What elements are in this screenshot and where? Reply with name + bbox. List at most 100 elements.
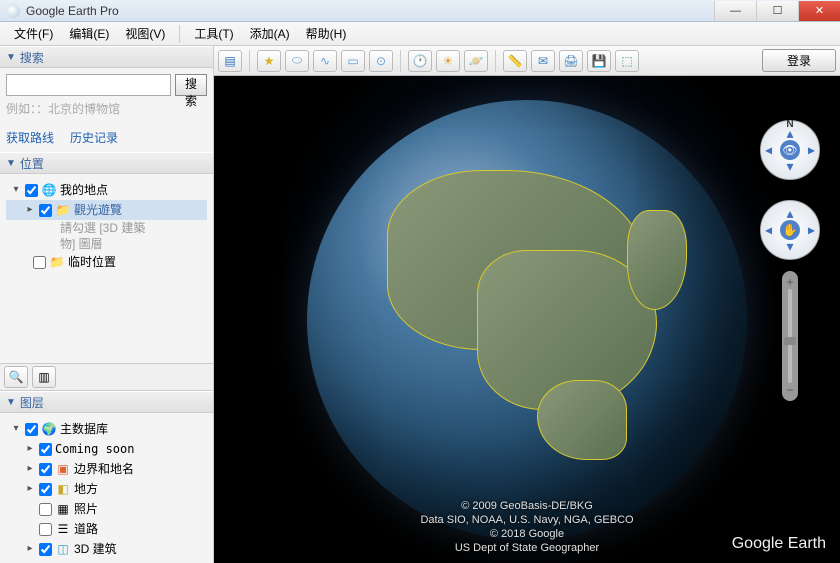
layer-label: 边界和地名 — [74, 460, 134, 478]
temp-places-row[interactable]: 📁 临时位置 — [6, 252, 207, 272]
places-panel-title: 位置 — [20, 155, 44, 172]
checkbox[interactable] — [39, 463, 52, 476]
layer-row[interactable]: ▸ Coming soon — [6, 439, 207, 459]
placemark-button[interactable]: ★ — [257, 50, 281, 72]
layer-row[interactable]: ▸ ▣ 边界和地名 — [6, 459, 207, 479]
print-button[interactable]: 🖨 — [559, 50, 583, 72]
menu-edit[interactable]: 编辑(E) — [61, 23, 117, 44]
search-button[interactable]: 搜索 — [175, 74, 207, 96]
image-overlay-button[interactable]: ▭ — [341, 50, 365, 72]
save-image-button[interactable]: 💾 — [587, 50, 611, 72]
pan-right[interactable]: ▸ — [808, 222, 815, 239]
zoom-out-button[interactable]: − — [783, 383, 797, 397]
menu-separator — [179, 25, 180, 43]
layer-row[interactable]: ▦ 照片 — [6, 499, 207, 519]
look-up[interactable]: ▴ — [786, 125, 793, 142]
globe[interactable] — [307, 100, 747, 540]
menu-view[interactable]: 视图(V) — [117, 23, 173, 44]
layer-label: Coming soon — [55, 440, 134, 458]
checkbox[interactable] — [39, 483, 52, 496]
menu-tools[interactable]: 工具(T) — [186, 23, 241, 44]
login-button[interactable]: 登录 — [762, 49, 836, 72]
layer-row[interactable]: ☰ 道路 — [6, 519, 207, 539]
map-toolbar: ▤ ★ ⬭ ∿ ▭ ⊙ 🕐 ☀ 🪐 📏 ✉ 🖨 💾 ⬚ 登录 — [214, 46, 840, 76]
search-links: 获取路线 历史记录 — [0, 129, 213, 152]
places-icon: ◧ — [55, 482, 71, 496]
collapse-icon: ▼ — [6, 52, 16, 63]
zoom-slider[interactable]: + − — [782, 271, 798, 401]
sidebar: ▼ 搜索 搜索 例如：：北京的博物馆 获取路线 历史记录 ▼ 位置 ▾ 🌐 我的… — [0, 46, 214, 563]
attrib-line: US Dept of State Geographer — [420, 541, 633, 555]
checkbox[interactable] — [25, 423, 38, 436]
search-hint: 例如：：北京的博物馆 — [6, 100, 207, 117]
layer-row[interactable]: ▾ 🌍 主数据库 — [6, 419, 207, 439]
menu-add[interactable]: 添加(A) — [242, 23, 298, 44]
menu-file[interactable]: 文件(F) — [6, 23, 61, 44]
menubar: 文件(F) 编辑(E) 视图(V) 工具(T) 添加(A) 帮助(H) — [0, 22, 840, 46]
checkbox[interactable] — [39, 443, 52, 456]
search-input[interactable] — [6, 74, 171, 96]
my-places-row[interactable]: ▾ 🌐 我的地点 — [6, 180, 207, 200]
pan-up[interactable]: ▴ — [786, 205, 793, 222]
eye-icon[interactable]: 👁 — [780, 140, 800, 160]
look-right[interactable]: ▸ — [808, 142, 815, 159]
checkbox[interactable] — [39, 503, 52, 516]
my-places-label: 我的地点 — [60, 181, 108, 199]
layer-row[interactable]: ▸ ◫ 3D 建筑 — [6, 539, 207, 559]
checkbox[interactable] — [25, 184, 38, 197]
expand-icon[interactable]: ▸ — [24, 540, 36, 558]
email-button[interactable]: ✉ — [531, 50, 555, 72]
history-link[interactable]: 历史记录 — [70, 129, 118, 146]
menu-help[interactable]: 帮助(H) — [298, 23, 355, 44]
search-places-button[interactable]: 🔍 — [4, 366, 28, 388]
expand-icon[interactable]: ▸ — [24, 460, 36, 478]
places-panel-header[interactable]: ▼ 位置 — [0, 152, 213, 174]
hand-icon[interactable]: ✋ — [780, 220, 800, 240]
places-view-button[interactable]: ▥ — [32, 366, 56, 388]
sunlight-button[interactable]: ☀ — [436, 50, 460, 72]
look-left[interactable]: ◂ — [765, 142, 772, 159]
polygon-button[interactable]: ⬭ — [285, 50, 309, 72]
expand-icon[interactable]: ▾ — [10, 420, 22, 438]
checkbox[interactable] — [39, 204, 52, 217]
record-tour-button[interactable]: ⊙ — [369, 50, 393, 72]
expand-icon[interactable]: ▸ — [24, 440, 36, 458]
layers-panel-header[interactable]: ▼ 图层 — [0, 391, 213, 413]
checkbox[interactable] — [33, 256, 46, 269]
ruler-button[interactable]: 📏 — [503, 50, 527, 72]
places-tools: 🔍 ▥ — [0, 363, 213, 391]
checkbox[interactable] — [39, 523, 52, 536]
look-control[interactable]: ▴ ▾ ◂ ▸ 👁 — [760, 120, 820, 180]
expand-icon[interactable]: ▾ — [10, 181, 22, 199]
places-tree: ▾ 🌐 我的地点 ▸ 📁 觀光遊覽 請勾選 [3D 建築 物] 圖層 📁 临时位… — [0, 174, 213, 363]
look-down[interactable]: ▾ — [786, 158, 793, 175]
layer-row[interactable]: ▸ ◉ Ocean — [6, 559, 207, 563]
pan-control[interactable]: ▴ ▾ ◂ ▸ ✋ — [760, 200, 820, 260]
sidebar-toggle-button[interactable]: ▤ — [218, 50, 242, 72]
zoom-track[interactable] — [788, 289, 792, 383]
checkbox[interactable] — [39, 543, 52, 556]
window-controls: — ☐ ✕ — [714, 1, 840, 21]
folder-icon: 📁 — [49, 255, 65, 269]
zoom-in-button[interactable]: + — [783, 275, 797, 289]
close-button[interactable]: ✕ — [798, 1, 840, 21]
pan-left[interactable]: ◂ — [765, 222, 772, 239]
pan-down[interactable]: ▾ — [786, 238, 793, 255]
path-button[interactable]: ∿ — [313, 50, 337, 72]
minimize-button[interactable]: — — [714, 1, 756, 21]
expand-icon[interactable]: ▸ — [24, 201, 36, 219]
search-panel-header[interactable]: ▼ 搜索 — [0, 46, 213, 68]
buildings-icon: ◫ — [55, 542, 71, 556]
planet-button[interactable]: 🪐 — [464, 50, 488, 72]
layer-row[interactable]: ▸ ◧ 地方 — [6, 479, 207, 499]
zoom-thumb[interactable] — [784, 337, 796, 345]
map-area: ▤ ★ ⬭ ∿ ▭ ⊙ 🕐 ☀ 🪐 📏 ✉ 🖨 💾 ⬚ 登录 — [214, 46, 840, 563]
globe-icon: 🌐 — [41, 183, 57, 197]
get-route-link[interactable]: 获取路线 — [6, 129, 54, 146]
view-in-maps-button[interactable]: ⬚ — [615, 50, 639, 72]
history-button[interactable]: 🕐 — [408, 50, 432, 72]
globe-viewport[interactable]: © 2009 GeoBasis-DE/BKG Data SIO, NOAA, U… — [214, 76, 840, 563]
expand-icon[interactable]: ▸ — [24, 480, 36, 498]
maximize-button[interactable]: ☐ — [756, 1, 798, 21]
sightseeing-row[interactable]: ▸ 📁 觀光遊覽 — [6, 200, 207, 220]
